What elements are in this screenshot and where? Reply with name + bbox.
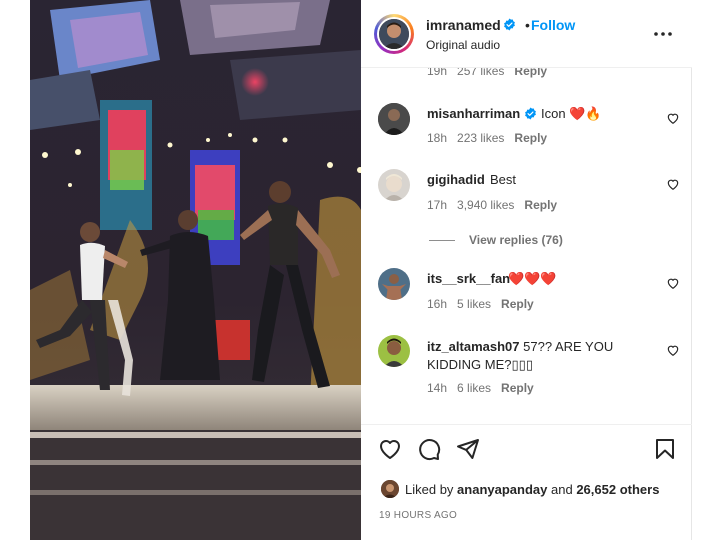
avatar[interactable] <box>378 335 410 367</box>
comment-meta: 17h 3,940 likes Reply <box>427 198 567 212</box>
comment-body: itz_altamash07 57?? ARE YOU KIDDING ME?▯… <box>427 338 617 374</box>
avatar[interactable] <box>378 103 410 135</box>
comment-text: Best <box>490 172 517 187</box>
liked-by-user[interactable]: ananyapanday <box>457 482 547 497</box>
comment-text: Icon ❤️🔥 <box>541 106 602 121</box>
comment-like-heart-icon[interactable] <box>666 276 680 290</box>
post-timestamp[interactable]: 19 HOURS AGO <box>379 510 457 521</box>
comment-username[interactable]: misanharriman <box>427 106 520 121</box>
post-detail-panel: imranamed • Follow Original audio 19h 257… <box>361 0 692 540</box>
comment-icon[interactable] <box>417 437 441 461</box>
avatar[interactable] <box>381 480 399 498</box>
divider-line <box>429 240 455 242</box>
comment-likes[interactable]: 257 likes <box>457 68 504 78</box>
comment-meta: 19h 257 likes Reply <box>427 68 557 78</box>
comment-meta: 18h 223 likes Reply <box>427 131 557 145</box>
comment-time: 18h <box>427 131 448 145</box>
liked-by-suffix: and <box>551 482 573 497</box>
comment-time: 17h <box>427 198 448 212</box>
comment-time: 16h <box>427 297 448 311</box>
comment-likes[interactable]: 5 likes <box>457 297 491 311</box>
liked-by-others[interactable]: 26,652 others <box>576 482 659 497</box>
comment-time: 19h <box>427 68 448 78</box>
reply-button[interactable]: Reply <box>524 198 557 212</box>
avatar[interactable] <box>378 268 410 300</box>
avatar[interactable] <box>378 169 410 201</box>
comment-time: 14h <box>427 381 448 395</box>
comments-list[interactable]: 19h 257 likes Reply misanharriman Icon ❤️🔥… <box>361 68 692 424</box>
post-actions-bar: Liked by ananyapanday and 26,652 others … <box>361 424 692 540</box>
comment-username[interactable]: its__srk__fan <box>427 271 510 286</box>
liked-by-prefix: Liked by <box>405 482 454 497</box>
view-replies-button[interactable]: View replies (76) <box>429 233 563 247</box>
verified-badge-icon <box>504 18 515 31</box>
comment-likes[interactable]: 3,940 likes <box>457 198 514 212</box>
stage-scene-image <box>30 0 361 540</box>
comment-like-heart-icon[interactable] <box>666 111 680 125</box>
paper-plane-icon[interactable] <box>456 437 480 461</box>
comment-like-heart-icon[interactable] <box>666 343 680 357</box>
comment-text: ❤️❤️❤️ <box>508 271 557 286</box>
page-margin <box>692 0 720 540</box>
separator-dot: • <box>525 17 530 33</box>
comment-likes[interactable]: 6 likes <box>457 381 491 395</box>
reply-button[interactable]: Reply <box>501 297 534 311</box>
reply-button[interactable]: Reply <box>501 381 534 395</box>
heart-outline-icon[interactable] <box>378 437 402 461</box>
story-ring-avatar[interactable] <box>374 14 414 54</box>
comment-meta: 14h 6 likes Reply <box>427 381 544 395</box>
bookmark-icon[interactable] <box>653 437 677 461</box>
original-audio-link[interactable]: Original audio <box>426 38 500 52</box>
liked-by-summary: Liked by ananyapanday and 26,652 others <box>405 482 659 497</box>
post-media-video[interactable] <box>30 0 361 540</box>
avatar <box>379 19 409 49</box>
comment-likes[interactable]: 223 likes <box>457 131 504 145</box>
comment-like-heart-icon[interactable] <box>666 177 680 191</box>
comment-meta: 16h 5 likes Reply <box>427 297 544 311</box>
comment-username[interactable]: gigihadid <box>427 172 485 187</box>
post-author-username[interactable]: imranamed <box>426 17 501 33</box>
post-header: imranamed • Follow Original audio <box>361 0 692 68</box>
more-options-icon[interactable] <box>651 24 675 44</box>
follow-button[interactable]: Follow <box>531 17 575 33</box>
reply-button[interactable]: Reply <box>514 68 547 78</box>
reply-button[interactable]: Reply <box>514 131 547 145</box>
verified-badge-icon <box>525 107 536 120</box>
comment-username[interactable]: itz_altamash07 <box>427 339 520 354</box>
